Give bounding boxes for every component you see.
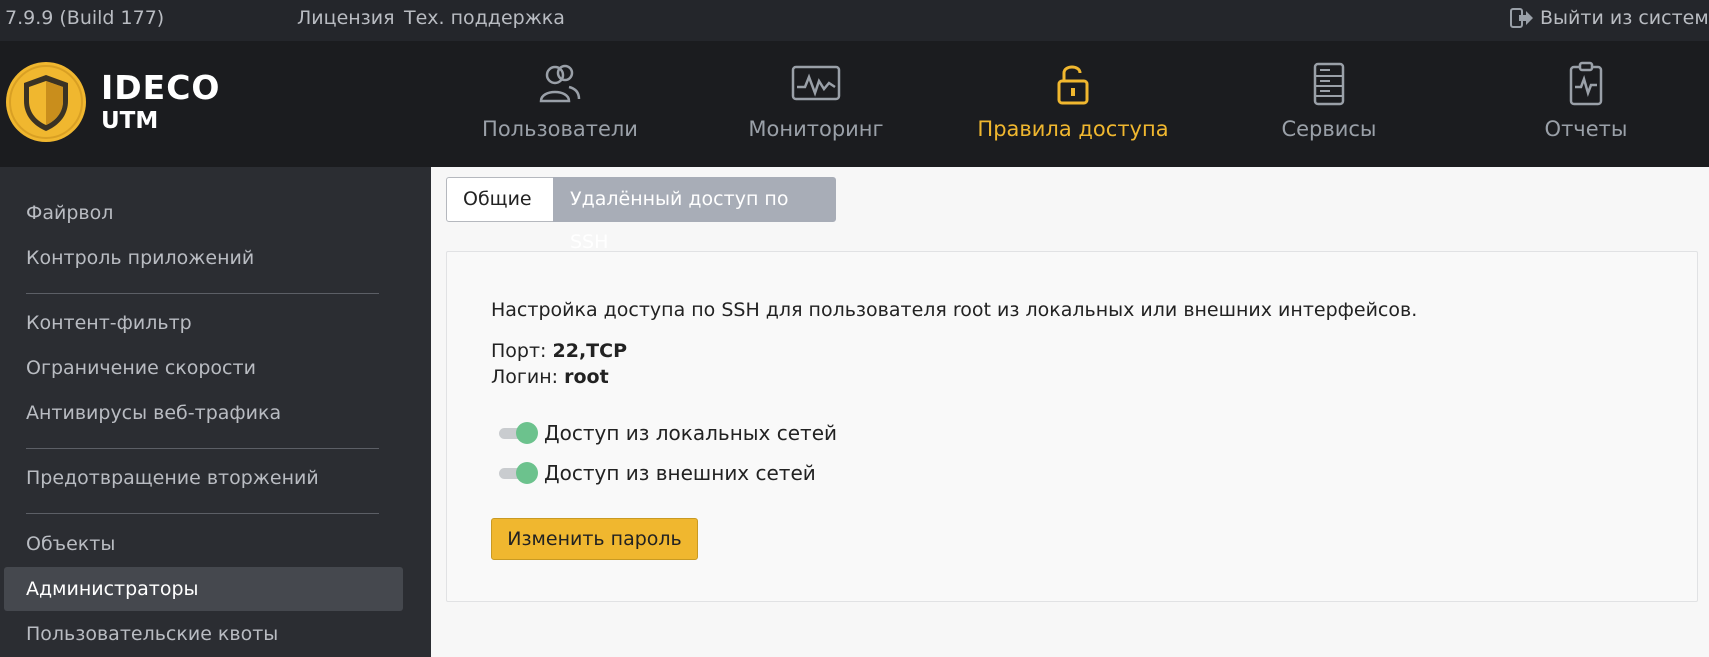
toggle-knob xyxy=(516,462,538,484)
port-label: Порт: xyxy=(491,340,547,362)
toggle-local-access-label: Доступ из локальных сетей xyxy=(544,421,838,445)
clipboard-icon xyxy=(1569,61,1603,106)
login-value: root xyxy=(564,366,609,388)
logout-link[interactable]: Выйти из системы xyxy=(1510,7,1709,29)
toggle-external-access-row: Доступ из внешних сетей xyxy=(499,461,816,485)
ssh-settings-panel: Настройка доступа по SSH для пользовател… xyxy=(446,251,1698,602)
sidebar-item-app-control[interactable]: Контроль приложений xyxy=(26,247,254,269)
toggle-knob xyxy=(516,422,538,444)
sidebar-divider xyxy=(26,448,379,449)
shield-logo-icon[interactable] xyxy=(5,61,87,143)
brand-line2: UTM xyxy=(101,108,159,134)
version-label: 7.9.9 (Build 177) xyxy=(5,7,165,29)
change-password-button[interactable]: Изменить пароль xyxy=(491,518,698,560)
ssh-description: Настройка доступа по SSH для пользовател… xyxy=(491,299,1418,321)
sidebar: Файрвол Контроль приложений Контент-филь… xyxy=(0,167,431,657)
sidebar-item-ips[interactable]: Предотвращение вторжений xyxy=(26,467,319,489)
top-bar: 7.9.9 (Build 177) Лицензия Тех. поддержк… xyxy=(0,0,1709,41)
nav-monitoring-label: Мониторинг xyxy=(748,117,884,141)
login-info: Логин: root xyxy=(491,366,609,388)
sidebar-item-objects[interactable]: Объекты xyxy=(26,533,115,555)
login-label: Логин: xyxy=(491,366,559,388)
toggle-external-access[interactable] xyxy=(499,462,538,484)
sidebar-divider xyxy=(26,513,379,514)
main-header: IDECO UTM Пользователи Мониторинг Правил… xyxy=(0,41,1709,167)
toggle-local-access-row: Доступ из локальных сетей xyxy=(499,421,837,445)
license-link[interactable]: Лицензия xyxy=(297,7,395,29)
port-value: 22,TCP xyxy=(552,340,628,362)
nav-access-rules[interactable]: Правила доступа xyxy=(953,61,1193,141)
toggle-local-access[interactable] xyxy=(499,422,538,444)
sidebar-item-firewall[interactable]: Файрвол xyxy=(26,202,113,224)
toggle-external-access-label: Доступ из внешних сетей xyxy=(544,461,816,485)
port-info: Порт: 22,TCP xyxy=(491,340,627,362)
server-icon xyxy=(1313,62,1345,106)
sidebar-item-web-antivirus[interactable]: Антивирусы веб-трафика xyxy=(26,402,281,424)
sidebar-item-user-quotas[interactable]: Пользовательские квоты xyxy=(26,623,278,645)
nav-access-rules-label: Правила доступа xyxy=(977,117,1169,141)
nav-services-label: Сервисы xyxy=(1281,117,1377,141)
support-link[interactable]: Тех. поддержка xyxy=(404,7,565,29)
users-icon xyxy=(539,64,581,103)
nav-users[interactable]: Пользователи xyxy=(440,61,680,141)
sidebar-item-rate-limit[interactable]: Ограничение скорости xyxy=(26,357,256,379)
nav-users-label: Пользователи xyxy=(482,117,638,141)
sidebar-divider xyxy=(26,293,379,294)
logout-label: Выйти из системы xyxy=(1540,7,1709,29)
nav-reports-label: Отчеты xyxy=(1544,117,1628,141)
tab-general[interactable]: Общие xyxy=(446,177,554,222)
nav-services[interactable]: Сервисы xyxy=(1209,61,1449,141)
lock-icon xyxy=(1057,65,1089,105)
brand-name: IDECO UTM xyxy=(101,69,221,135)
monitor-icon xyxy=(791,65,841,101)
nav-reports[interactable]: Отчеты xyxy=(1466,61,1706,141)
logout-icon xyxy=(1510,8,1533,28)
tab-ssh-access[interactable]: Удалённый доступ по SSH xyxy=(553,177,836,253)
nav-monitoring[interactable]: Мониторинг xyxy=(696,61,936,141)
sidebar-item-administrators[interactable]: Администраторы xyxy=(26,578,199,600)
sidebar-item-content-filter[interactable]: Контент-фильтр xyxy=(26,312,192,334)
brand-line1: IDECO xyxy=(101,68,221,107)
